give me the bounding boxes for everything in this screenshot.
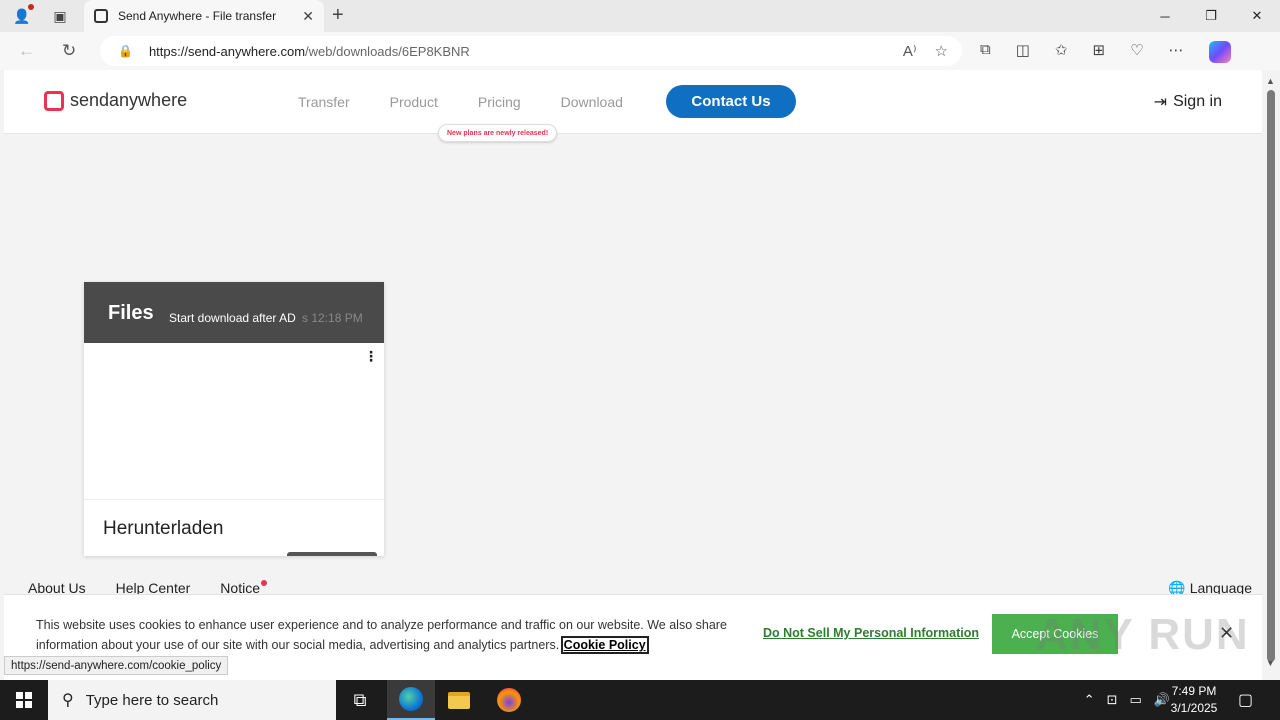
new-tab-icon[interactable]: +	[332, 4, 344, 27]
copilot-icon[interactable]	[1208, 41, 1231, 63]
scroll-up-icon[interactable]: ▲	[1266, 76, 1275, 86]
files-card-body	[84, 343, 384, 500]
anyrun-watermark: ANY RUN	[1036, 610, 1250, 659]
collections-icon[interactable]: ⊞	[1092, 41, 1105, 63]
page-scrollbar[interactable]: ▲ ▼	[1262, 70, 1280, 680]
task-view-icon[interactable]: ⧉	[336, 680, 384, 720]
tab-title: Send Anywhere - File transfer	[118, 9, 277, 23]
download-after-ad-text: Start download after AD	[169, 311, 296, 325]
extensions-icon[interactable]: ⧉	[980, 41, 991, 63]
start-button[interactable]	[0, 680, 48, 720]
more-options-icon[interactable]: ⋮	[364, 348, 378, 365]
refresh-icon[interactable]: ↻	[62, 41, 76, 61]
contact-us-button[interactable]: Contact Us	[666, 85, 796, 118]
address-bar[interactable]: 🔒 https://send-anywhere.com/web/download…	[100, 36, 962, 66]
search-placeholder: Type here to search	[85, 691, 219, 709]
nav-product[interactable]: Product	[390, 94, 438, 110]
files-title: Files	[108, 302, 154, 324]
network-app-icon[interactable]: ⊡	[1107, 692, 1118, 708]
firefox-icon	[497, 688, 521, 712]
nav-download[interactable]: Download	[561, 94, 623, 110]
system-tray: ⌃ ⊡ ▭ 🔊	[1084, 692, 1170, 708]
profile-notification-dot	[28, 4, 34, 10]
browser-tab[interactable]: Send Anywhere - File transfer ✕	[84, 0, 324, 32]
sign-in-label: Sign in	[1173, 93, 1222, 110]
browser-titlebar: 👤 ▣ Send Anywhere - File transfer ✕ + ─ …	[0, 0, 1280, 32]
web-page: sendanywhere Transfer Product Pricing Do…	[4, 70, 1262, 680]
nav-pricing[interactable]: Pricing	[478, 94, 521, 110]
taskbar-search[interactable]: ⚲ Type here to search	[48, 680, 336, 720]
lock-icon[interactable]: 🔒	[118, 44, 133, 58]
window-controls: ─ ❐ ✕	[1142, 0, 1280, 32]
network-icon[interactable]: ▭	[1130, 692, 1142, 708]
cookie-text: This website uses cookies to enhance use…	[36, 615, 748, 655]
taskbar-edge[interactable]	[387, 680, 435, 720]
tab-actions-icon[interactable]: ▣	[50, 6, 70, 26]
nav-transfer[interactable]: Transfer	[298, 94, 350, 110]
edge-icon	[399, 687, 423, 711]
browser-essentials-icon[interactable]: ♡	[1130, 41, 1143, 63]
do-not-sell-link[interactable]: Do Not Sell My Personal Information	[763, 626, 979, 640]
tray-overflow-icon[interactable]: ⌃	[1084, 692, 1095, 708]
notification-center-icon[interactable]: ▢	[1238, 690, 1253, 710]
taskbar-clock[interactable]: 7:49 PM 3/1/2025	[1166, 683, 1222, 717]
taskbar-file-explorer[interactable]	[435, 680, 483, 720]
download-title: Herunterladen	[103, 518, 224, 539]
main-nav: Transfer Product Pricing Download	[298, 94, 623, 110]
scroll-down-icon[interactable]: ▼	[1266, 658, 1275, 668]
cookie-policy-link[interactable]: Cookie Policy	[560, 636, 649, 654]
logo-mark-icon	[44, 90, 64, 111]
url-host: https://send-anywhere.com	[148, 43, 306, 59]
windows-logo-icon	[16, 692, 32, 708]
back-icon[interactable]: ←	[18, 41, 35, 61]
logo-text: sendanywhere	[70, 90, 188, 110]
site-header: sendanywhere Transfer Product Pricing Do…	[4, 70, 1262, 142]
windows-taskbar: ⚲ Type here to search ⧉ ⌃ ⊡ ▭ 🔊 7:49 PM …	[0, 680, 1280, 720]
more-menu-icon[interactable]: ⋯	[1169, 41, 1184, 63]
read-aloud-icon[interactable]: A⁾	[903, 42, 917, 60]
taskbar-firefox[interactable]	[485, 680, 533, 720]
files-timestamp: s 12:18 PM	[302, 311, 363, 325]
favorites-icon[interactable]: ✩	[1055, 41, 1068, 63]
url-path: /web/downloads/6EP8KBNR	[305, 43, 470, 59]
download-button[interactable]	[287, 552, 377, 556]
favorite-star-icon[interactable]: ☆	[935, 42, 948, 60]
status-bar-url: https://send-anywhere.com/cookie_policy	[4, 656, 229, 675]
sign-in-icon: ⇥	[1153, 94, 1168, 111]
folder-icon	[448, 691, 470, 709]
close-tab-icon[interactable]: ✕	[302, 8, 314, 25]
minimize-icon[interactable]: ─	[1142, 0, 1188, 32]
files-card-header: Files Start download after AD s 12:18 PM	[84, 282, 384, 343]
scroll-thumb[interactable]	[1267, 90, 1275, 662]
sendanywhere-logo[interactable]: sendanywhere	[44, 90, 187, 111]
address-toolbar: ← ↻ 🔒 https://send-anywhere.com/web/down…	[0, 32, 1280, 70]
files-card: Files Start download after AD s 12:18 PM…	[84, 282, 384, 556]
search-icon: ⚲	[62, 692, 74, 709]
new-plans-badge[interactable]: New plans are newly released!	[438, 124, 558, 142]
sign-in-button[interactable]: ⇥ Sign in	[1154, 92, 1222, 112]
clock-time: 7:49 PM	[1171, 684, 1217, 698]
clock-date: 3/1/2025	[1170, 701, 1218, 715]
window-close-icon[interactable]: ✕	[1234, 0, 1280, 32]
restore-icon[interactable]: ❐	[1188, 0, 1234, 32]
notice-dot	[260, 580, 267, 586]
split-screen-icon[interactable]: ◫	[1016, 41, 1030, 63]
sendanywhere-favicon-icon	[94, 9, 108, 23]
